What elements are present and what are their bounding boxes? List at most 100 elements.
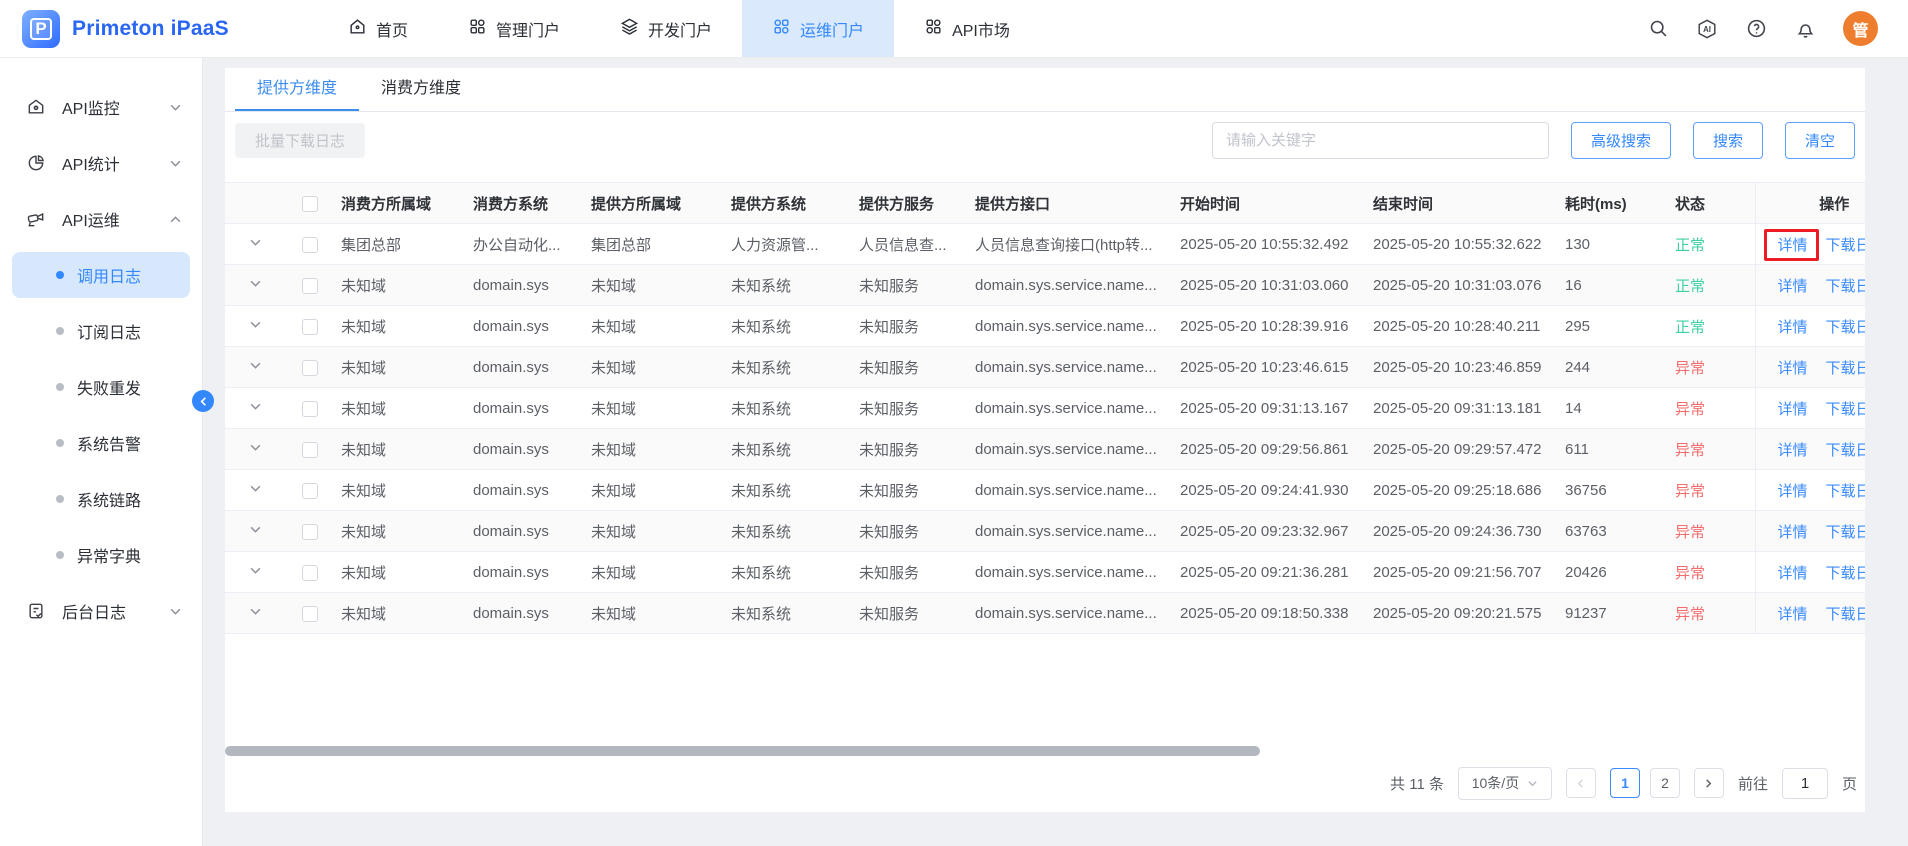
row-checkbox[interactable] bbox=[302, 278, 318, 294]
help-icon[interactable] bbox=[1745, 18, 1767, 40]
status-badge: 异常 bbox=[1675, 524, 1705, 541]
page-unit-label: 页 bbox=[1842, 773, 1857, 794]
sidebar-subitem-call-log[interactable]: 调用日志 bbox=[12, 252, 190, 298]
row-expand-chevron-icon[interactable] bbox=[249, 482, 262, 495]
tab-provider-dimension[interactable]: 提供方维度 bbox=[235, 68, 359, 111]
goto-label: 前往 bbox=[1738, 773, 1768, 794]
nav-item-ops-portal[interactable]: 运维门户 bbox=[742, 0, 894, 57]
sidebar-subitem-fail-retry[interactable]: 失败重发 bbox=[12, 364, 190, 410]
cell-provider-system: 未知系统 bbox=[725, 552, 853, 593]
row-checkbox[interactable] bbox=[302, 360, 318, 376]
detail-link[interactable]: 详情 bbox=[1778, 565, 1808, 582]
nav-item-label: 开发门户 bbox=[648, 17, 712, 41]
cell-provider-domain: 未知域 bbox=[585, 306, 725, 347]
detail-link[interactable]: 详情 bbox=[1778, 606, 1808, 623]
cell-start-time: 2025-05-20 09:18:50.338 bbox=[1174, 593, 1367, 634]
advanced-search-button[interactable]: 高级搜索 bbox=[1571, 122, 1671, 159]
download-log-link[interactable]: 下载日志 bbox=[1826, 524, 1865, 541]
download-log-link[interactable]: 下载日志 bbox=[1826, 237, 1865, 254]
sidebar-subitem-system-alert[interactable]: 系统告警 bbox=[12, 420, 190, 466]
pagination: 共 11 条 10条/页 12 前往 页 bbox=[225, 766, 1865, 812]
table-empty-space bbox=[225, 634, 1865, 746]
cell-consumer-domain: 未知域 bbox=[335, 306, 467, 347]
row-expand-chevron-icon[interactable] bbox=[249, 605, 262, 618]
row-checkbox[interactable] bbox=[302, 319, 318, 335]
status-badge: 异常 bbox=[1675, 442, 1705, 459]
download-log-link[interactable]: 下载日志 bbox=[1826, 319, 1865, 336]
detail-link[interactable]: 详情 bbox=[1778, 360, 1808, 377]
row-expand-chevron-icon[interactable] bbox=[249, 318, 262, 331]
row-checkbox[interactable] bbox=[302, 565, 318, 581]
nav-item-home[interactable]: 首页 bbox=[318, 0, 438, 57]
clear-button[interactable]: 清空 bbox=[1785, 122, 1855, 159]
page-button[interactable]: 2 bbox=[1650, 768, 1680, 798]
tab-consumer-dimension[interactable]: 消费方维度 bbox=[359, 68, 483, 111]
sidebar-item-api-stats[interactable]: API统计 bbox=[0, 140, 202, 186]
row-checkbox[interactable] bbox=[302, 483, 318, 499]
row-expand-chevron-icon[interactable] bbox=[249, 564, 262, 577]
detail-link[interactable]: 详情 bbox=[1778, 278, 1808, 295]
nav-item-dev-portal[interactable]: 开发门户 bbox=[590, 0, 742, 57]
row-checkbox[interactable] bbox=[302, 401, 318, 417]
column-header: 状态 bbox=[1669, 183, 1755, 224]
row-checkbox[interactable] bbox=[302, 237, 318, 253]
chevron-left-icon bbox=[1575, 778, 1586, 789]
nav-item-admin-portal[interactable]: 管理门户 bbox=[438, 0, 590, 57]
detail-link[interactable]: 详情 bbox=[1778, 442, 1808, 459]
detail-link[interactable]: 详情 bbox=[1778, 237, 1808, 254]
sidebar-subitem-subscribe-log[interactable]: 订阅日志 bbox=[12, 308, 190, 354]
horizontal-scrollbar-thumb[interactable] bbox=[225, 746, 1260, 756]
nav-item-label: 管理门户 bbox=[496, 17, 560, 41]
search-icon[interactable] bbox=[1647, 18, 1669, 40]
batch-download-button[interactable]: 批量下载日志 bbox=[235, 123, 365, 158]
dimension-tabs: 提供方维度 消费方维度 bbox=[225, 68, 1865, 112]
download-log-link[interactable]: 下载日志 bbox=[1826, 360, 1865, 377]
download-log-link[interactable]: 下载日志 bbox=[1826, 278, 1865, 295]
cell-consumer-domain: 未知域 bbox=[335, 388, 467, 429]
row-checkbox[interactable] bbox=[302, 524, 318, 540]
row-expand-chevron-icon[interactable] bbox=[249, 441, 262, 454]
sidebar-item-api-ops[interactable]: API运维 bbox=[0, 196, 202, 242]
sidebar-item-backend-log[interactable]: 后台日志 bbox=[0, 588, 202, 634]
row-expand-chevron-icon[interactable] bbox=[249, 523, 262, 536]
row-checkbox[interactable] bbox=[302, 442, 318, 458]
detail-link[interactable]: 详情 bbox=[1778, 319, 1808, 336]
layers-icon bbox=[620, 17, 639, 41]
cell-consumer-system: domain.sys bbox=[467, 593, 585, 634]
cell-provider-system: 未知系统 bbox=[725, 347, 853, 388]
user-avatar[interactable]: 管 bbox=[1843, 11, 1878, 46]
row-expand-chevron-icon[interactable] bbox=[249, 236, 262, 249]
select-all-checkbox[interactable] bbox=[302, 196, 318, 212]
detail-link[interactable]: 详情 bbox=[1778, 524, 1808, 541]
goto-page-input[interactable] bbox=[1782, 768, 1828, 799]
download-log-link[interactable]: 下载日志 bbox=[1826, 401, 1865, 418]
sidebar-item-api-monitor[interactable]: API监控 bbox=[0, 84, 202, 130]
row-checkbox[interactable] bbox=[302, 606, 318, 622]
sidebar-subitem-system-trace[interactable]: 系统链路 bbox=[12, 476, 190, 522]
detail-link[interactable]: 详情 bbox=[1778, 483, 1808, 500]
detail-link[interactable]: 详情 bbox=[1778, 401, 1808, 418]
next-page-button[interactable] bbox=[1694, 768, 1724, 798]
page-size-select[interactable]: 10条/页 bbox=[1458, 767, 1552, 800]
download-log-link[interactable]: 下载日志 bbox=[1826, 483, 1865, 500]
prev-page-button[interactable] bbox=[1566, 768, 1596, 798]
chevron-up-icon bbox=[169, 213, 182, 226]
sidebar-subitem-exception-dict[interactable]: 异常字典 bbox=[12, 532, 190, 578]
download-log-link[interactable]: 下载日志 bbox=[1826, 606, 1865, 623]
keyword-search-input[interactable] bbox=[1212, 122, 1549, 159]
nav-item-api-market[interactable]: API市场 bbox=[894, 0, 1040, 57]
ai-assistant-icon[interactable]: AI bbox=[1696, 18, 1718, 40]
page-button[interactable]: 1 bbox=[1610, 768, 1640, 798]
notification-bell-icon[interactable] bbox=[1794, 18, 1816, 40]
sidebar-collapse-button[interactable] bbox=[192, 390, 214, 412]
cell-start-time: 2025-05-20 10:28:39.916 bbox=[1174, 306, 1367, 347]
row-expand-chevron-icon[interactable] bbox=[249, 277, 262, 290]
row-expand-chevron-icon[interactable] bbox=[249, 359, 262, 372]
download-log-link[interactable]: 下载日志 bbox=[1826, 442, 1865, 459]
cell-provider-system: 未知系统 bbox=[725, 511, 853, 552]
search-button[interactable]: 搜索 bbox=[1693, 122, 1763, 159]
cell-consumer-domain: 未知域 bbox=[335, 511, 467, 552]
cell-provider-api: domain.sys.service.name... bbox=[969, 429, 1174, 470]
row-expand-chevron-icon[interactable] bbox=[249, 400, 262, 413]
download-log-link[interactable]: 下载日志 bbox=[1826, 565, 1865, 582]
